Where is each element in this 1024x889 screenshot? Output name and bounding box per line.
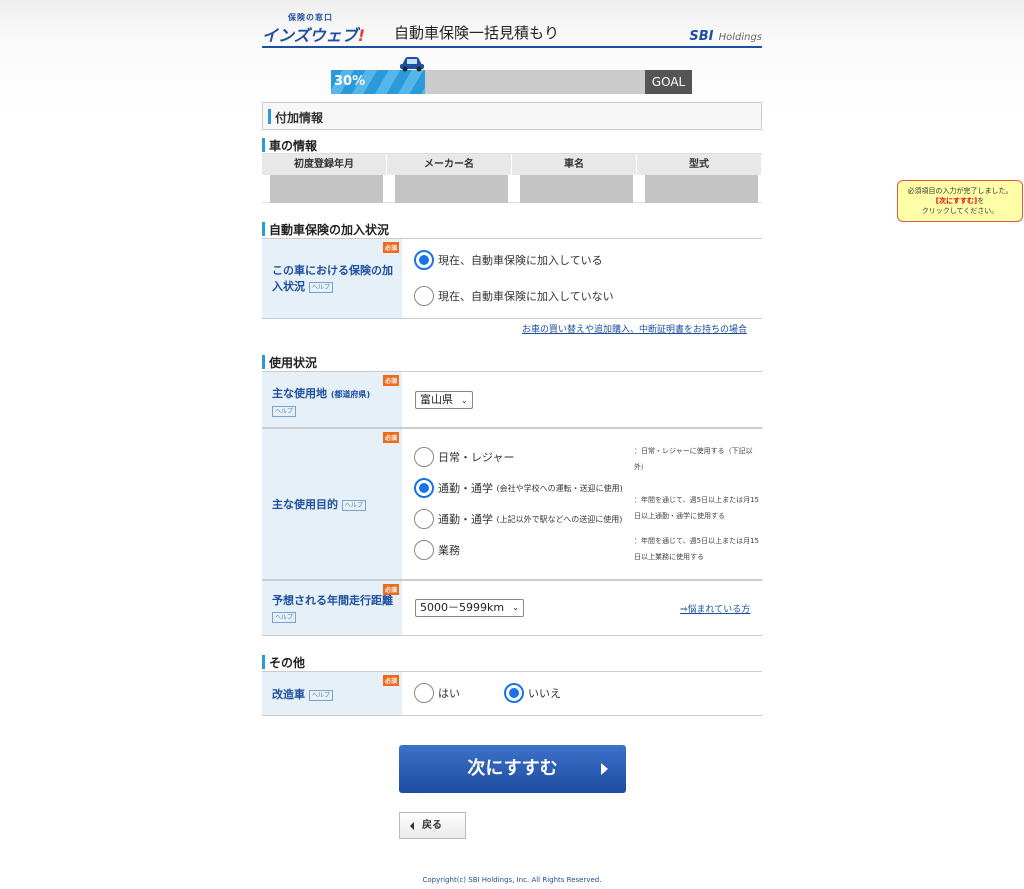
location-row: 必須 主な使用地 (都道府県) ヘルプ 富山県 ⌄: [262, 371, 762, 428]
radio-purpose-leisure[interactable]: 日常・レジャー: [414, 447, 514, 467]
help-link[interactable]: ヘルプ: [341, 499, 366, 511]
insurance-status-label-cell: 必須 この車における保険の加入状況 ヘルプ: [262, 239, 402, 318]
required-badge: 必須: [382, 432, 399, 443]
prefecture-select[interactable]: 富山県 ⌄: [415, 391, 473, 409]
location-label-cell: 必須 主な使用地 (都道府県) ヘルプ: [262, 372, 402, 427]
back-button[interactable]: 戻る: [399, 812, 466, 839]
col-model: 型式: [637, 154, 762, 175]
location-label-small: (都道府県): [330, 390, 371, 399]
help-link[interactable]: ヘルプ: [272, 611, 297, 623]
progress-bar: 30% GOAL: [331, 57, 692, 94]
col-car-name: 車名: [512, 154, 637, 175]
arrow-left-icon: [410, 822, 414, 830]
section-title: 付加情報: [275, 111, 324, 125]
note-business: ：年間を通じて、週5日以上または月15日以上業務に使用する: [634, 537, 760, 561]
modified-label-cell: 必須 改造車 ヘルプ: [262, 672, 402, 715]
purpose-label: 主な使用目的: [272, 498, 338, 511]
radio-circle[interactable]: [414, 683, 434, 703]
progress-track: 30%: [331, 70, 645, 94]
radio-purpose-business[interactable]: 業務: [414, 540, 460, 560]
page-container: 保険の窓口 インズウェブ! 自動車保険一括見積もり SBI Holdings 3…: [262, 0, 762, 884]
radio-circle[interactable]: [504, 683, 524, 703]
sbi-mark: SBI: [689, 29, 714, 44]
help-link[interactable]: ヘルプ: [272, 405, 297, 417]
distance-select[interactable]: 5000－5999km ⌄: [415, 599, 524, 617]
link-replace-car[interactable]: お車の買い替えや追加購入、中断証明書をお持ちの場合: [522, 322, 747, 335]
purpose-label-cell: 必須 主な使用目的 ヘルプ: [262, 429, 402, 579]
radio-circle[interactable]: [414, 250, 434, 270]
required-badge: 必須: [382, 242, 399, 253]
note-leisure: ：日常・レジャーに使用する（下記以外）: [634, 447, 753, 471]
radio-modified-no[interactable]: いいえ: [504, 683, 561, 703]
heading-other: その他: [262, 654, 305, 671]
header: 保険の窓口 インズウェブ! 自動車保険一括見積もり SBI Holdings: [262, 0, 762, 48]
radio-circle[interactable]: [414, 447, 434, 467]
insurance-status-row: 必須 この車における保険の加入状況 ヘルプ 現在、自動車保険に加入している 現在…: [262, 238, 762, 319]
distance-row: 必須 予想される年間走行距離 ヘルプ 5000－5999km ⌄ ⇒悩まれている方: [262, 580, 762, 636]
distance-label-cell: 必須 予想される年間走行距離 ヘルプ: [262, 581, 402, 635]
car-icon: [400, 57, 424, 72]
help-link[interactable]: ヘルプ: [308, 689, 333, 701]
radio-circle[interactable]: [414, 478, 434, 498]
chevron-down-icon: ⌄: [512, 603, 519, 612]
radio-purpose-commute[interactable]: 通勤・通学 (会社や学校への運転・送迎に使用): [414, 478, 623, 498]
radio-circle[interactable]: [414, 509, 434, 529]
tooltip-next-label: [次にすすむ]: [935, 197, 978, 205]
note-commute: ：年間を通じて、週5日以上または月15日以上通勤・通学に使用する: [634, 496, 760, 520]
modified-row: 必須 改造車 ヘルプ はい いいえ: [262, 671, 762, 716]
distance-label: 予想される年間走行距離: [272, 594, 393, 607]
redacted-value: [520, 175, 633, 203]
progress-percent: 30%: [334, 74, 366, 89]
logo-text: インズウェブ: [262, 26, 358, 45]
next-button-label: 次にすすむ: [467, 758, 558, 779]
col-maker: メーカー名: [387, 154, 512, 175]
car-info-table: 初度登録年月 メーカー名 車名 型式: [262, 153, 762, 203]
sbi-holdings-logo: SBI Holdings: [689, 25, 762, 44]
modified-label: 改造車: [272, 688, 305, 701]
tooltip-line3: クリックしてください。: [921, 207, 999, 215]
chevron-down-icon: ⌄: [461, 396, 468, 405]
copyright: Copyright(c) SBI Holdings, Inc. All Righ…: [422, 876, 602, 884]
purpose-row: 必須 主な使用目的 ヘルプ 日常・レジャー 通勤・通学 (会社や学校への運転・送…: [262, 428, 762, 580]
completion-tooltip: 必須項目の入力が完了しました。 [次にすすむ]を クリックしてください。: [897, 180, 1023, 222]
heading-insurance-status: 自動車保険の加入状況: [262, 221, 389, 238]
redacted-value: [270, 175, 383, 203]
back-button-label: 戻る: [422, 820, 442, 831]
col-first-registration: 初度登録年月: [262, 154, 387, 175]
radio-purpose-commute-other[interactable]: 通勤・通学 (上記以外で駅などへの送迎に使用): [414, 509, 622, 529]
redacted-value: [395, 175, 508, 203]
required-badge: 必須: [382, 375, 399, 386]
car-info-header: 初度登録年月 メーカー名 車名 型式: [262, 153, 762, 175]
heading-usage: 使用状況: [262, 354, 317, 371]
tooltip-line1: 必須項目の入力が完了しました。: [907, 187, 1013, 195]
radio-modified-yes[interactable]: はい: [414, 683, 460, 703]
radio-circle[interactable]: [414, 286, 434, 306]
radio-not-insured[interactable]: 現在、自動車保険に加入していない: [414, 286, 614, 306]
section-additional-info: 付加情報: [262, 102, 762, 130]
arrow-right-icon: [601, 763, 608, 775]
progress-goal: GOAL: [645, 70, 692, 94]
redacted-value: [645, 175, 758, 203]
help-link[interactable]: ヘルプ: [308, 281, 333, 293]
logo-bang: !: [357, 26, 365, 45]
required-badge: 必須: [382, 675, 399, 686]
location-label: 主な使用地: [272, 387, 327, 400]
car-info-values: [262, 175, 762, 203]
sbi-holdings-text: Holdings: [718, 32, 762, 43]
radio-insured[interactable]: 現在、自動車保険に加入している: [414, 250, 603, 270]
radio-circle[interactable]: [414, 540, 434, 560]
heading-car-info: 車の情報: [262, 137, 317, 154]
next-button[interactable]: 次にすすむ: [399, 745, 626, 793]
page-title: 自動車保険一括見積もり: [394, 24, 560, 42]
link-undecided[interactable]: ⇒悩まれている方: [680, 602, 750, 615]
